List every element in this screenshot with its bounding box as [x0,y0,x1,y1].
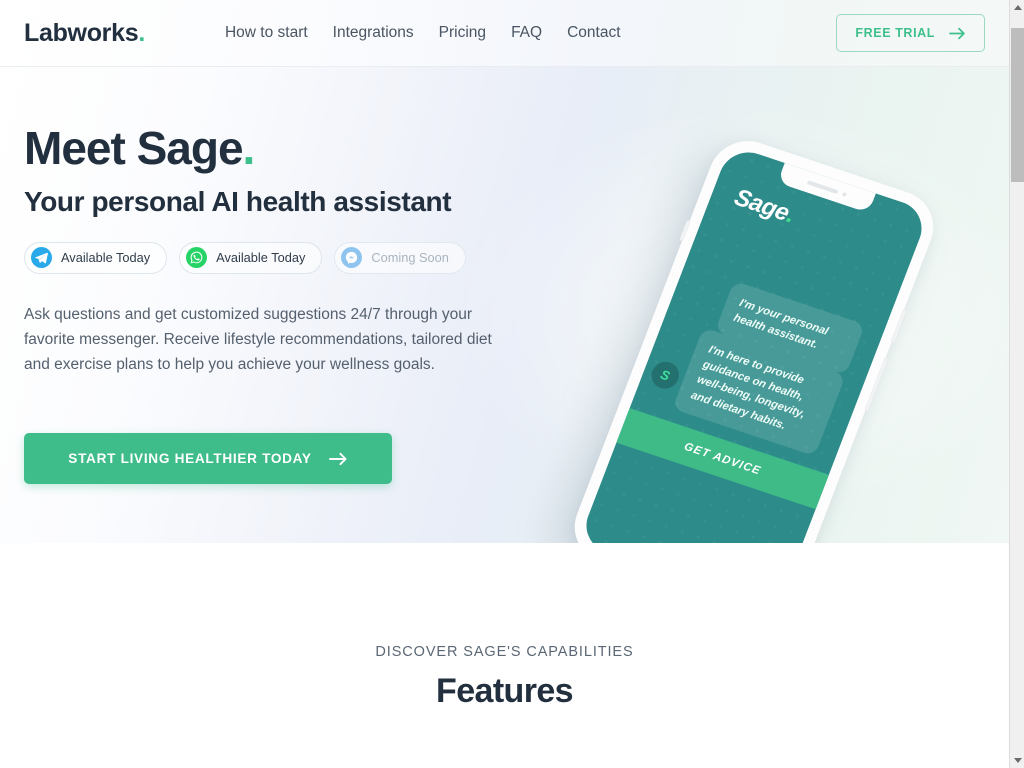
site-header: Labworks. How to start Integrations Pric… [0,0,1009,67]
chevron-down-icon[interactable] [1010,753,1024,768]
nav-item-how-to-start[interactable]: How to start [225,24,308,42]
free-trial-button[interactable]: FREE TRIAL [836,14,985,52]
nav-item-contact[interactable]: Contact [567,24,620,42]
nav-item-pricing[interactable]: Pricing [439,24,486,42]
main-navigation: How to start Integrations Pricing FAQ Co… [225,24,621,42]
features-section: DISCOVER SAGE'S CAPABILITIES Features [0,543,1009,711]
telegram-icon [31,247,52,269]
chip-telegram[interactable]: Available Today [24,241,168,274]
chip-messenger-label: Coming Soon [371,250,449,266]
logo-dot: . [138,18,145,47]
hero-copy: Meet Sage. Your personal AI health assis… [24,125,544,485]
features-eyebrow: DISCOVER SAGE'S CAPABILITIES [375,644,634,660]
chip-messenger[interactable]: Coming Soon [334,241,466,274]
hero-title-dot: . [242,122,256,174]
nav-item-integrations[interactable]: Integrations [333,24,414,42]
hero-subtitle: Your personal AI health assistant [24,185,452,217]
chip-telegram-label: Available Today [61,250,151,266]
avatar: S [647,358,683,393]
speaker-icon [806,179,839,194]
phone-volume-button [890,308,908,344]
phone-body: Sage. I'm your personal health assistant… [563,131,945,543]
scrollbar-thumb[interactable] [1011,28,1024,182]
hero-section: Meet Sage. Your personal AI health assis… [0,67,1009,543]
chevron-up-icon[interactable] [1010,0,1024,15]
page-content: Labworks. How to start Integrations Pric… [0,0,1009,768]
logo-text: Labworks [24,18,139,47]
phone-screen: Sage. I'm your personal health assistant… [577,144,931,543]
cta-label: START LIVING HEALTHIER TODAY [68,451,312,467]
hero-title-text: Meet Sage [24,122,244,174]
free-trial-label: FREE TRIAL [855,26,935,40]
features-title: Features [436,672,574,710]
camera-icon [841,191,847,197]
app-logo: Sage. [730,183,799,230]
whatsapp-icon [186,247,208,269]
start-living-healthier-button[interactable]: START LIVING HEALTHIER TODAY [24,433,392,485]
phone-mockup: Sage. I'm your personal health assistant… [563,131,945,543]
hero-title: Meet Sage. [24,125,544,172]
availability-chips: Available Today Available Today Coming S… [24,241,544,274]
browser-viewport: Labworks. How to start Integrations Pric… [0,0,1024,768]
site-logo[interactable]: Labworks. [24,18,145,47]
hero-body-text: Ask questions and get customized suggest… [24,305,492,373]
arrow-right-icon [949,27,966,40]
messenger-icon [341,247,363,269]
vertical-scrollbar[interactable] [1009,0,1024,768]
arrow-right-icon [328,452,348,466]
chip-whatsapp[interactable]: Available Today [179,241,323,274]
phone-mute-button [679,219,691,242]
nav-item-faq[interactable]: FAQ [511,24,542,42]
app-logo-text: Sage [730,183,793,227]
chip-whatsapp-label: Available Today [216,250,306,266]
